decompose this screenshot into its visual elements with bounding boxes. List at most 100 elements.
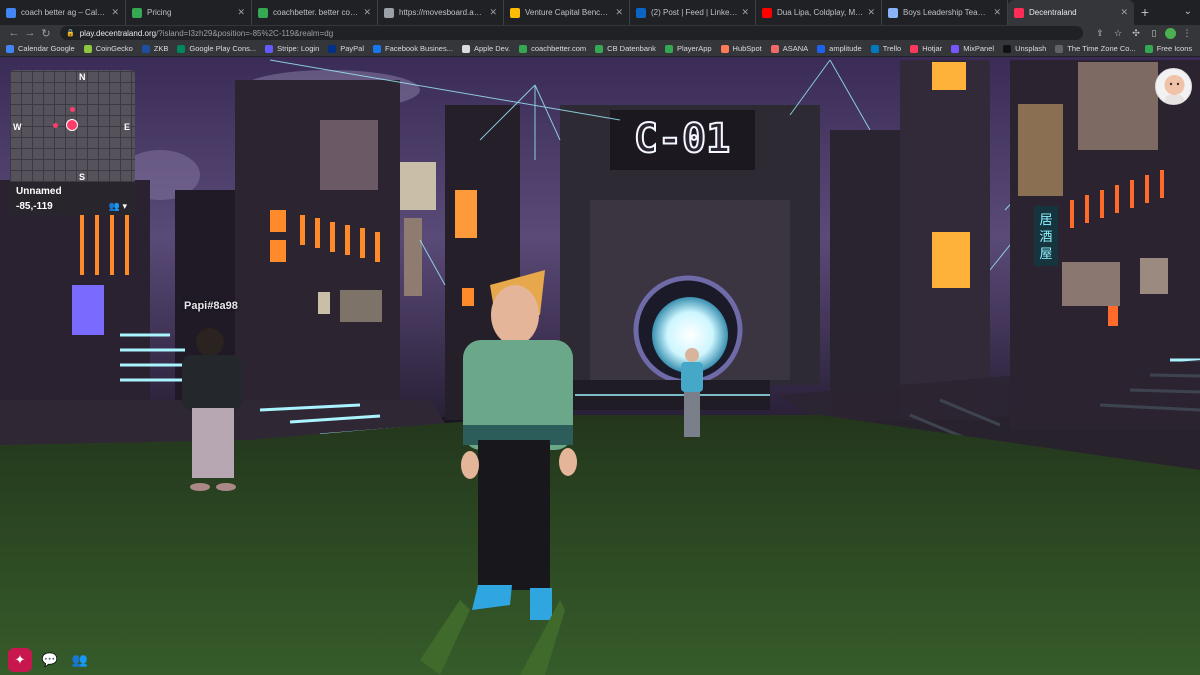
bookmark-2[interactable]: ZKB: [141, 44, 168, 53]
chat-icon[interactable]: 💬: [38, 648, 62, 672]
tab-title: (2) Post | Feed | LinkedIn: [651, 8, 738, 17]
sidepanel-icon[interactable]: ▯: [1147, 27, 1161, 39]
user-profile-avatar[interactable]: [1155, 68, 1192, 105]
bookmark-label: amplitude: [829, 44, 862, 53]
bookmark-label: Free Icons: [1156, 44, 1193, 53]
tab-6[interactable]: Dua Lipa, Coldplay, Martin Ga ✕: [756, 0, 882, 25]
bookmark-favicon-icon: [328, 44, 337, 53]
bookmark-label: HubSpot: [732, 44, 762, 53]
bookmark-14[interactable]: Trello: [870, 44, 901, 53]
tab-close-icon[interactable]: ✕: [741, 7, 749, 18]
star-icon[interactable]: ☆: [1111, 27, 1125, 39]
bookmark-favicon-icon: [1003, 44, 1012, 53]
bottom-toolbar: ✦ 💬 👥: [8, 648, 92, 672]
compass-south: S: [79, 172, 86, 182]
bookmark-favicon-icon: [141, 44, 150, 53]
compass-east: E: [124, 122, 131, 132]
tab-8[interactable]: Decentraland ✕: [1008, 0, 1134, 25]
tab-3[interactable]: https://movesboard.app/#/✕: [378, 0, 504, 25]
bookmark-10[interactable]: PlayerApp: [664, 44, 712, 53]
bookmark-12[interactable]: ASANA: [770, 44, 809, 53]
tab-strip: coach better ag – Calendar -✕Pricing✕coa…: [0, 0, 1134, 25]
bookmark-9[interactable]: CB Datenbank: [595, 44, 656, 53]
bookmark-favicon-icon: [519, 44, 528, 53]
puzzle-icon[interactable]: ✣: [1129, 27, 1143, 39]
bookmark-8[interactable]: coachbetter.com: [519, 44, 586, 53]
new-tab-button[interactable]: +: [1134, 0, 1156, 25]
browser-toolbar: ← → ↻ 🔒 play.decentraland.org/?island=I3…: [0, 25, 1200, 41]
explore-icon[interactable]: ✦: [8, 648, 32, 672]
menu-icon[interactable]: ⋮: [1180, 27, 1194, 39]
tab-favicon-icon: [888, 7, 898, 18]
bookmark-label: Google Play Cons...: [189, 44, 257, 53]
tab-close-icon[interactable]: ✕: [237, 7, 245, 18]
tab-close-icon[interactable]: ✕: [363, 7, 371, 18]
bookmark-15[interactable]: Hotjar: [910, 44, 942, 53]
tab-0[interactable]: coach better ag – Calendar - ✕: [0, 0, 126, 25]
decentraland-scene[interactable]: C-01 居酒屋: [0, 57, 1200, 675]
address-bar[interactable]: 🔒 play.decentraland.org/?island=I3zh29&p…: [60, 26, 1083, 40]
users-icon[interactable]: 👥 ▾: [109, 201, 127, 212]
bookmark-7[interactable]: Apple Dev.: [461, 44, 510, 53]
bookmark-label: Hotjar: [922, 44, 943, 53]
tab-2[interactable]: coachbetter. better coaches. ✕: [252, 0, 378, 25]
bookmark-11[interactable]: HubSpot: [720, 44, 762, 53]
bookmark-16[interactable]: MixPanel: [951, 44, 994, 53]
tab-1[interactable]: Pricing ✕: [126, 0, 252, 25]
bookmark-favicon-icon: [1144, 44, 1153, 53]
tab-title: Dua Lipa, Coldplay, Martin Ga: [777, 8, 863, 17]
profile-avatar[interactable]: [1165, 27, 1176, 39]
bookmark-favicon-icon: [461, 44, 470, 53]
bookmark-19[interactable]: Free Icons: [1144, 44, 1193, 53]
tab-close-icon[interactable]: ✕: [867, 7, 875, 18]
minimap[interactable]: N S W E Unnamed -85,-119 👥 ▾: [10, 70, 135, 215]
bookmark-label: The Time Zone Co...: [1067, 44, 1136, 53]
bookmark-label: ASANA: [782, 44, 809, 53]
bookmark-favicon-icon: [817, 44, 826, 53]
tab-title: coach better ag – Calendar -: [21, 8, 107, 17]
bookmark-favicon-icon: [177, 44, 186, 53]
scene-render: C-01 居酒屋: [0, 57, 1200, 675]
bookmark-1[interactable]: CoinGecko: [83, 44, 133, 53]
tab-title: coachbetter. better coaches.: [273, 8, 359, 17]
bookmark-18[interactable]: The Time Zone Co...: [1055, 44, 1136, 53]
tab-favicon-icon: [762, 7, 772, 18]
tab-favicon-icon: [6, 7, 16, 18]
place-coordinates: -85,-119: [16, 201, 53, 212]
bookmark-5[interactable]: PayPal: [328, 44, 364, 53]
tab-favicon-icon: [384, 7, 394, 18]
tab-5[interactable]: (2) Post | Feed | LinkedIn ✕: [630, 0, 756, 25]
forward-button[interactable]: →: [22, 27, 38, 39]
bookmark-0[interactable]: Calendar Google: [6, 44, 75, 53]
other-player-dot: [70, 107, 75, 112]
tab-search-icon[interactable]: ⌄: [1184, 6, 1192, 17]
bookmark-label: Facebook Busines...: [385, 44, 453, 53]
bookmark-label: PlayerApp: [676, 44, 712, 53]
tab-favicon-icon: [132, 7, 142, 18]
share-icon[interactable]: ⇪: [1093, 27, 1107, 39]
bookmark-3[interactable]: Google Play Cons...: [177, 44, 256, 53]
tab-4[interactable]: Venture Capital Benchmark Q✕: [504, 0, 630, 25]
address-path: /?island=I3zh29&position=-85%2C-119&real…: [156, 28, 334, 38]
bookmark-favicon-icon: [265, 44, 274, 53]
bookmark-6[interactable]: Facebook Busines...: [373, 44, 453, 53]
bookmark-17[interactable]: Unsplash: [1003, 44, 1046, 53]
friends-icon[interactable]: 👥: [68, 648, 92, 672]
reload-button[interactable]: ↻: [38, 27, 54, 40]
bookmark-4[interactable]: Stripe: Login: [265, 44, 319, 53]
compass-north: N: [79, 72, 86, 82]
tab-close-icon[interactable]: ✕: [993, 7, 1001, 18]
tab-close-icon[interactable]: ✕: [615, 7, 623, 18]
bookmark-favicon-icon: [910, 44, 919, 53]
tab-close-icon[interactable]: ✕: [1120, 7, 1128, 18]
tab-close-icon[interactable]: ✕: [489, 7, 497, 18]
other-player-dot: [53, 123, 58, 128]
tab-close-icon[interactable]: ✕: [111, 7, 119, 18]
tab-favicon-icon: [258, 7, 268, 18]
back-button[interactable]: ←: [6, 27, 22, 39]
bookmark-favicon-icon: [1055, 44, 1064, 53]
bookmark-label: MixPanel: [963, 44, 995, 53]
bookmark-label: CB Datenbank: [607, 44, 656, 53]
bookmark-13[interactable]: amplitude: [817, 44, 862, 53]
tab-7[interactable]: Boys Leadership Team – West ✕: [882, 0, 1008, 25]
